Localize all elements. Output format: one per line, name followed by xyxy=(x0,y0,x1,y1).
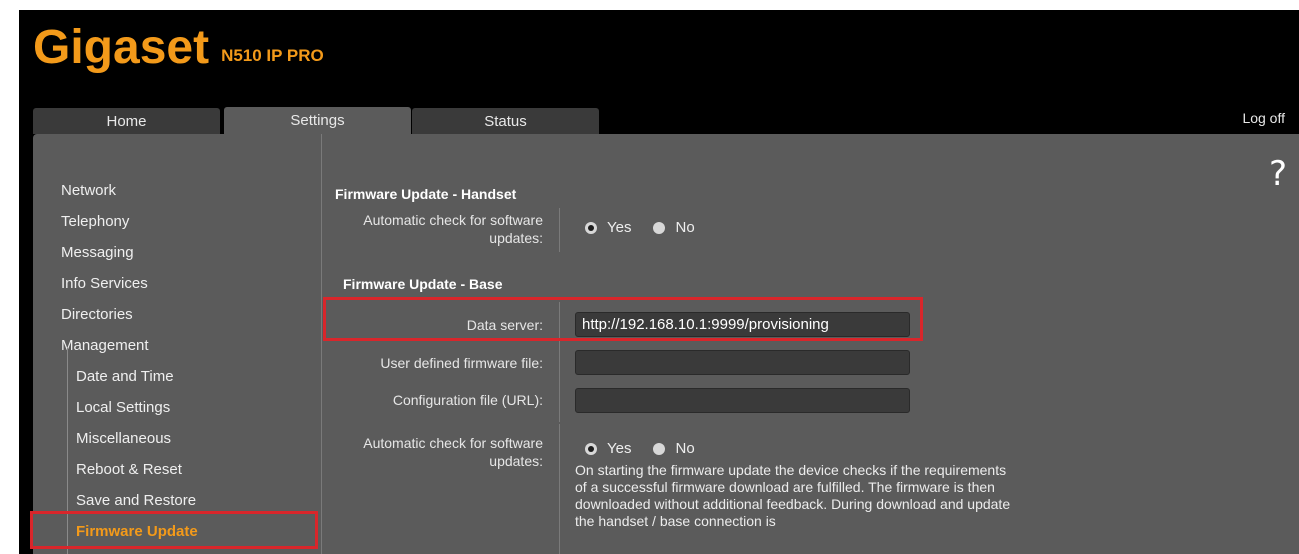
sidebar: Network Telephony Messaging Info Service… xyxy=(33,134,322,554)
handset-yes-radio[interactable] xyxy=(585,221,597,234)
logoff-link[interactable]: Log off xyxy=(1242,110,1285,126)
settings-panel: ? Network Telephony Messaging Info Servi… xyxy=(30,134,1299,554)
base-divider-lower xyxy=(559,424,560,554)
handset-divider xyxy=(559,208,560,252)
brand-model: N510 IP PRO xyxy=(221,46,324,65)
brand-name: Gigaset xyxy=(33,21,210,74)
sidebar-item-telephony[interactable]: Telephony xyxy=(61,213,129,230)
highlight-data-server xyxy=(323,297,923,341)
section-title-handset: Firmware Update - Handset xyxy=(335,186,517,202)
configuration-file-label: Configuration file (URL): xyxy=(392,392,543,408)
sidebar-subitem-reboot-reset[interactable]: Reboot & Reset xyxy=(76,461,182,478)
highlight-firmware-update xyxy=(30,511,318,549)
base-yes-label: Yes xyxy=(607,440,632,457)
sidebar-subitem-miscellaneous[interactable]: Miscellaneous xyxy=(76,430,171,447)
user-firmware-file-input[interactable] xyxy=(575,350,910,375)
firmware-update-info-text: On starting the firmware update the devi… xyxy=(575,462,1011,529)
handset-no-radio[interactable] xyxy=(653,221,666,234)
sidebar-subitem-save-and-restore[interactable]: Save and Restore xyxy=(76,492,196,509)
tab-home[interactable]: Home xyxy=(33,108,220,134)
handset-no-label: No xyxy=(675,219,695,236)
tab-status[interactable]: Status xyxy=(412,108,599,134)
handset-yes-label: Yes xyxy=(607,219,632,236)
handset-auto-check-label: Automatic check for software updates: xyxy=(363,212,543,246)
sidebar-item-network[interactable]: Network xyxy=(61,182,116,199)
base-auto-check-label: Automatic check for software updates: xyxy=(363,435,543,469)
sidebar-subitem-local-settings[interactable]: Local Settings xyxy=(76,399,170,416)
base-yes-radio[interactable] xyxy=(585,442,597,455)
sidebar-subitem-date-and-time[interactable]: Date and Time xyxy=(76,368,174,385)
base-no-radio[interactable] xyxy=(653,442,666,455)
sidebar-item-info-services[interactable]: Info Services xyxy=(61,275,148,292)
user-firmware-file-label: User defined firmware file: xyxy=(380,355,543,371)
section-title-base: Firmware Update - Base xyxy=(343,276,503,292)
base-no-label: No xyxy=(675,440,695,457)
sidebar-item-messaging[interactable]: Messaging xyxy=(61,244,134,261)
sidebar-item-management[interactable]: Management xyxy=(61,337,149,354)
help-icon[interactable]: ? xyxy=(1269,154,1287,194)
sidebar-item-directories[interactable]: Directories xyxy=(61,306,133,323)
gigaset-logo: Gigaset N510 IP PRO xyxy=(33,16,324,76)
base-auto-check-radio-group: Yes No xyxy=(585,440,717,457)
handset-auto-check-radio-group: Yes No xyxy=(585,219,717,236)
web-ui-frame: Gigaset N510 IP PRO Home Status Settings… xyxy=(19,10,1299,554)
configuration-file-input[interactable] xyxy=(575,388,910,413)
